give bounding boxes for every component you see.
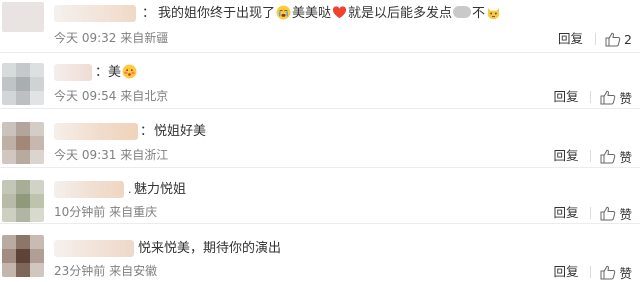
thumbs-up-icon (600, 265, 616, 279)
comment-time: 今天 09:31 (54, 148, 117, 162)
action-divider (590, 150, 592, 162)
reply-button[interactable]: 回复 (558, 30, 583, 48)
username[interactable] (54, 64, 92, 81)
obscured-emoji-icon (453, 6, 472, 18)
comment-location: 来自新疆 (120, 31, 169, 45)
reply-button[interactable]: 回复 (553, 88, 578, 106)
comment-item: ： 美 今天 09:54 来自北京 回复 赞 (0, 53, 640, 109)
action-divider (595, 33, 597, 45)
reply-button[interactable]: 回复 (553, 204, 578, 222)
comment-text: 美 (108, 64, 138, 82)
comment-actions: 回复 赞 (553, 88, 632, 106)
comment-meta: 今天 09:31 来自浙江 (54, 147, 168, 163)
like-button[interactable]: 赞 (600, 88, 632, 107)
blushing-face-emoji-icon (122, 64, 137, 79)
comment-location: 来自重庆 (109, 205, 158, 219)
comment-text-part: 我的姐你终于出现了 (158, 6, 276, 21)
comment-meta: 10分钟前 来自重庆 (54, 204, 157, 220)
comment-text-part: 悦姐好美 (154, 124, 207, 139)
comment-text-part: 悦来悦美，期待你的演出 (138, 241, 282, 256)
comment-text: 悦来悦美，期待你的演出 (138, 240, 281, 258)
comment-text-part: 美 (108, 65, 122, 80)
comment-meta: 今天 09:54 来自北京 (54, 88, 168, 104)
like-label: 赞 (619, 265, 632, 281)
like-button[interactable]: 2 (605, 32, 632, 47)
comment-text-part: 魅力悦姐 (134, 182, 187, 197)
username[interactable] (54, 5, 136, 22)
comment-location: 来自安徽 (109, 264, 158, 278)
like-count: 2 (624, 31, 632, 47)
thumbs-up-icon (600, 206, 616, 220)
comment-actions: 回复 赞 (553, 147, 632, 165)
red-heart-emoji-icon (332, 6, 347, 19)
action-divider (590, 266, 592, 278)
thumbs-up-icon (605, 32, 621, 46)
comment-actions: 回复 赞 (553, 204, 632, 222)
comment-meta: 23分钟前 来自安徽 (54, 263, 157, 279)
avatar[interactable] (2, 2, 44, 32)
like-button[interactable]: 赞 (600, 204, 632, 223)
comment-time: 23分钟前 (54, 264, 106, 278)
comment-time: 今天 09:32 (54, 31, 117, 45)
comment-text: 悦姐好美 (154, 123, 206, 141)
comment-location: 来自北京 (120, 89, 169, 103)
cat-face-emoji-icon (487, 7, 500, 20)
name-colon: ： (140, 124, 154, 139)
comment-actions: 回复 2 (558, 30, 632, 48)
comment-text: 我的姐你终于出现了 美美哒 就是以后能多发点 不 (158, 5, 502, 23)
like-button[interactable]: 赞 (600, 147, 632, 166)
thumbs-up-icon (600, 90, 616, 104)
name-dot: . (128, 183, 132, 196)
like-label: 赞 (619, 149, 632, 165)
comment-text-part: 美美哒 (292, 6, 332, 21)
username[interactable] (54, 240, 134, 257)
comment-text-part: 就是以后能多发点 (348, 6, 453, 21)
comment-item: 悦来悦美，期待你的演出 23分钟前 来自安徽 回复 赞 (0, 224, 640, 282)
comment-item: ： 我的姐你终于出现了 美美哒 就是以后能多发点 不 今天 09:32 来自新疆 回复… (0, 0, 640, 53)
comment-time: 10分钟前 (54, 205, 106, 219)
comment-time: 今天 09:54 (54, 89, 117, 103)
crying-face-emoji-icon (276, 5, 291, 20)
comment-item: . 魅力悦姐 10分钟前 来自重庆 回复 赞 (0, 168, 640, 224)
username[interactable] (54, 123, 138, 140)
reply-button[interactable]: 回复 (553, 263, 578, 281)
like-button[interactable]: 赞 (600, 263, 632, 282)
avatar[interactable] (2, 180, 44, 222)
name-colon: ： (95, 65, 109, 80)
action-divider (590, 91, 592, 103)
comment-list: ： 我的姐你终于出现了 美美哒 就是以后能多发点 不 今天 09:32 来自新疆 回复… (0, 0, 640, 282)
comment-actions: 回复 赞 (553, 263, 632, 281)
avatar[interactable] (2, 122, 44, 164)
avatar[interactable] (2, 235, 44, 277)
reply-button[interactable]: 回复 (553, 147, 578, 165)
like-label: 赞 (619, 206, 632, 222)
comment-text-part: 不 (472, 6, 486, 21)
comment-meta: 今天 09:32 来自新疆 (54, 30, 168, 46)
comment-text: 魅力悦姐 (134, 181, 186, 199)
like-label: 赞 (619, 90, 632, 106)
action-divider (590, 207, 592, 219)
comment-location: 来自浙江 (120, 148, 169, 162)
name-colon: ： (142, 6, 156, 21)
comment-item: ： 悦姐好美 今天 09:31 来自浙江 回复 赞 (0, 109, 640, 168)
username[interactable] (54, 181, 124, 198)
avatar[interactable] (2, 63, 44, 105)
thumbs-up-icon (600, 149, 616, 163)
